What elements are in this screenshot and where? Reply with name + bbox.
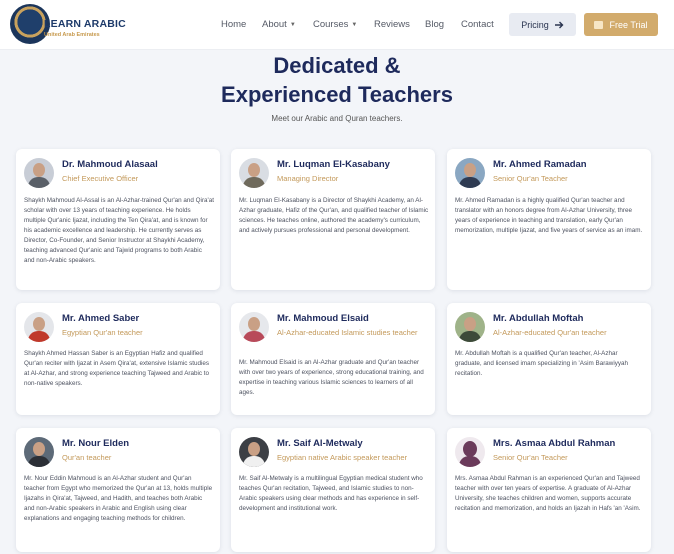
avatar-face bbox=[248, 317, 260, 331]
logo-title: LEARN ARABIC bbox=[44, 18, 126, 30]
teacher-card: Mr. Abdullah Moftah Al-Azhar-educated Qu… bbox=[447, 303, 651, 415]
teacher-role: Senior Qur'an Teacher bbox=[493, 453, 568, 462]
avatar bbox=[455, 158, 485, 188]
teacher-role: Egyptian native Arabic speaker teacher bbox=[277, 453, 408, 462]
avatar-face bbox=[33, 163, 45, 177]
teacher-card: Dr. Mahmoud Alasaal Chief Executive Offi… bbox=[16, 149, 220, 290]
teacher-card: Mr. Ahmed Ramadan Senior Qur'an Teacher … bbox=[447, 149, 651, 290]
avatar-face bbox=[33, 317, 45, 331]
teacher-card: Mr. Mahmoud Elsaid Al-Azhar-educated Isl… bbox=[231, 303, 435, 415]
teacher-bio: Mrs. Asmaa Abdul Rahman is an experience… bbox=[455, 475, 641, 512]
teacher-card: Mr. Nour Elden Qur'an teacher Mr. Nour E… bbox=[16, 428, 220, 552]
caret-down-icon: ▼ bbox=[351, 22, 358, 28]
avatar bbox=[24, 158, 54, 188]
teacher-bio: Mr. Luqman El-Kasabany is a Director of … bbox=[239, 197, 429, 234]
arrow-right-icon bbox=[554, 21, 564, 28]
avatar-body bbox=[243, 177, 265, 188]
avatar-body bbox=[459, 456, 481, 467]
teacher-role: Managing Director bbox=[277, 174, 339, 183]
nav-home[interactable]: Home bbox=[221, 19, 246, 30]
free-trial-button[interactable]: Free Trial bbox=[584, 13, 658, 36]
avatar bbox=[239, 312, 269, 342]
avatar-body bbox=[28, 177, 50, 188]
teacher-bio: Shaykh Mahmoud Al-Assal is an Al-Azhar-t… bbox=[24, 197, 215, 264]
section-title-line1: Dedicated & bbox=[273, 53, 401, 78]
pricing-button[interactable]: Pricing bbox=[509, 13, 576, 36]
teacher-bio: Mr. Saif Al-Metwaly is a multilingual Eg… bbox=[239, 475, 423, 512]
navbar: LEARN ARABIC United Arab Emirates Home A… bbox=[0, 0, 674, 50]
pricing-button-label: Pricing bbox=[521, 19, 549, 30]
section-title-line2: Experienced Teachers bbox=[221, 82, 453, 107]
nav-about[interactable]: About ▼ bbox=[262, 19, 296, 30]
logo-subtitle: United Arab Emirates bbox=[44, 32, 100, 38]
caret-down-icon: ▼ bbox=[289, 22, 296, 28]
nav-contact[interactable]: Contact bbox=[461, 19, 494, 30]
teacher-bio: Mr. Abdullah Moftah is a qualified Qur'a… bbox=[455, 350, 629, 377]
teacher-card: Mr. Saif Al-Metwaly Egyptian native Arab… bbox=[231, 428, 435, 552]
avatar-body bbox=[243, 331, 265, 342]
teacher-name: Dr. Mahmoud Alasaal bbox=[62, 159, 158, 170]
avatar-body bbox=[243, 456, 265, 467]
teacher-card: Mrs. Asmaa Abdul Rahman Senior Qur'an Te… bbox=[447, 428, 651, 552]
avatar bbox=[239, 437, 269, 467]
teacher-role: Al-Azhar-educated Islamic studies teache… bbox=[277, 328, 418, 337]
avatar-face bbox=[248, 163, 260, 177]
avatar-face bbox=[33, 442, 45, 456]
teacher-name: Mr. Saif Al-Metwaly bbox=[277, 438, 363, 449]
teacher-name: Mrs. Asmaa Abdul Rahman bbox=[493, 438, 616, 449]
avatar-body bbox=[28, 456, 50, 467]
teacher-bio: Mr. Nour Eddin Mahmoud is an Al-Azhar st… bbox=[24, 475, 213, 522]
nav-blog[interactable]: Blog bbox=[425, 19, 444, 30]
avatar bbox=[24, 312, 54, 342]
avatar-face bbox=[464, 317, 476, 331]
teacher-card: Mr. Luqman El-Kasabany Managing Director… bbox=[231, 149, 435, 290]
teacher-name: Mr. Abdullah Moftah bbox=[493, 313, 584, 324]
teacher-name: Mr. Mahmoud Elsaid bbox=[277, 313, 369, 324]
teacher-role: Chief Executive Officer bbox=[62, 174, 139, 183]
teacher-name: Mr. Luqman El-Kasabany bbox=[277, 159, 390, 170]
section-subtitle: Meet our Arabic and Quran teachers. bbox=[271, 114, 403, 123]
avatar-face bbox=[463, 441, 477, 457]
teacher-card: Mr. Ahmed Saber Egyptian Qur'an teacher … bbox=[16, 303, 220, 415]
free-trial-button-label: Free Trial bbox=[609, 19, 648, 30]
avatar bbox=[239, 158, 269, 188]
teacher-role: Egyptian Qur'an teacher bbox=[62, 328, 143, 337]
avatar bbox=[24, 437, 54, 467]
nav-courses[interactable]: Courses ▼ bbox=[313, 19, 357, 30]
avatar-face bbox=[248, 442, 260, 456]
teacher-role: Al-Azhar-educated Qur'an teacher bbox=[493, 328, 607, 337]
avatar-face bbox=[464, 163, 476, 177]
nav-about-label: About bbox=[262, 19, 287, 30]
teacher-name: Mr. Nour Elden bbox=[62, 438, 130, 449]
teacher-name: Mr. Ahmed Saber bbox=[62, 313, 140, 324]
site-logo[interactable]: LEARN ARABIC United Arab Emirates bbox=[10, 4, 126, 46]
avatar bbox=[455, 312, 485, 342]
avatar-placeholder-icon bbox=[455, 437, 485, 467]
teacher-role: Qur'an teacher bbox=[62, 453, 112, 462]
nav-reviews[interactable]: Reviews bbox=[374, 19, 410, 30]
teacher-bio: Shaykh Ahmed Hassan Saber is an Egyptian… bbox=[24, 350, 210, 387]
avatar-body bbox=[459, 177, 481, 188]
nav-courses-label: Courses bbox=[313, 19, 349, 30]
teacher-bio: Mr. Mahmoud Elsaid is an Al-Azhar gradua… bbox=[239, 359, 424, 396]
avatar-body bbox=[459, 331, 481, 342]
gift-icon bbox=[594, 20, 604, 29]
teacher-bio: Mr. Ahmed Ramadan is a highly qualified … bbox=[455, 197, 643, 234]
teacher-role: Senior Qur'an Teacher bbox=[493, 174, 568, 183]
avatar-body bbox=[28, 331, 50, 342]
teacher-name: Mr. Ahmed Ramadan bbox=[493, 159, 587, 170]
